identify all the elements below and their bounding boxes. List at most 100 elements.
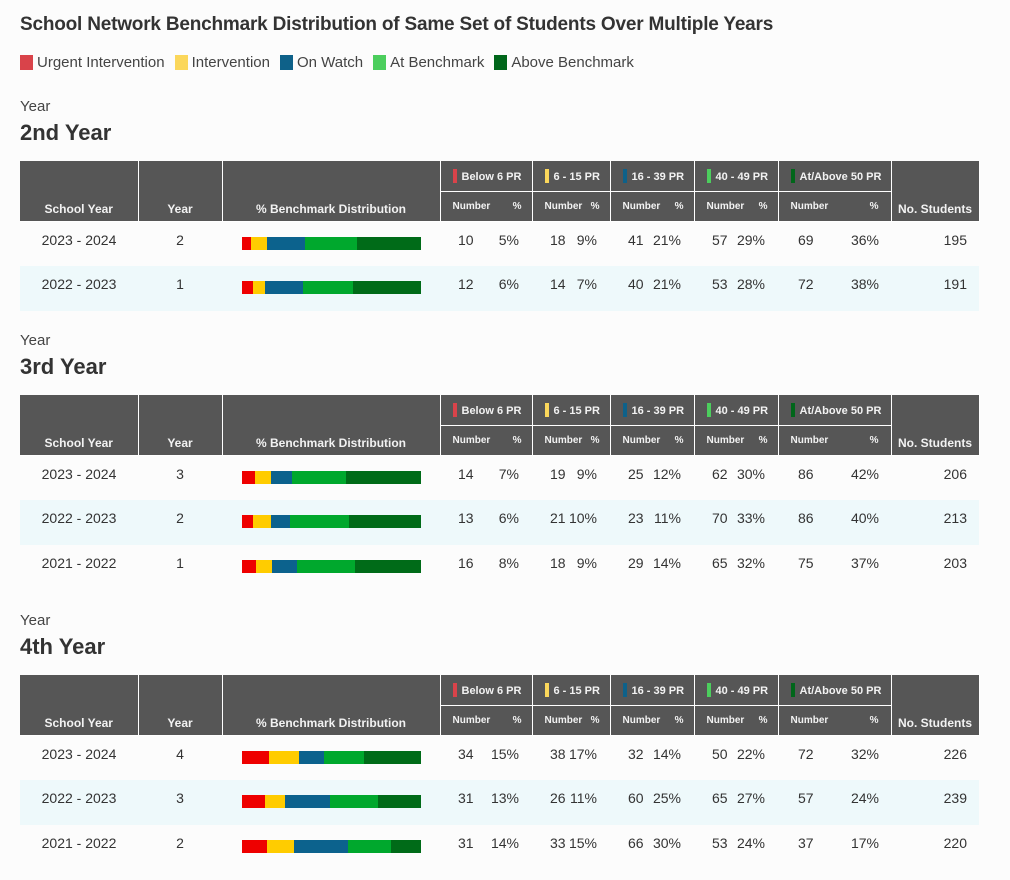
number-value: 31 xyxy=(458,835,474,851)
number-value: 65 xyxy=(712,555,728,571)
percent-value: 36% xyxy=(850,231,879,248)
stacked-bar xyxy=(242,470,421,484)
year-cell: 2 xyxy=(176,835,184,851)
benchmark-table: School Year Year% Benchmark Distribution B… xyxy=(20,161,980,311)
subheader-percent: % xyxy=(869,200,879,212)
school-year-cell: 2021 - 2022 xyxy=(41,835,117,851)
group-value-cell: 26 11% xyxy=(532,780,610,825)
group-value-cell: 65 32% xyxy=(694,545,778,590)
bar-segment-below-6-pr xyxy=(242,795,266,808)
header-subcolumns: Number% xyxy=(531,705,611,736)
section-kicker: Year xyxy=(20,98,51,115)
bar-segment-40-49-pr xyxy=(347,840,391,853)
number-value: 65 xyxy=(712,790,728,806)
number-value: 25 xyxy=(628,465,644,482)
percent-value: 22% xyxy=(736,745,765,762)
group-value-cell: 29 14% xyxy=(610,545,694,590)
value-pair: 86 42% xyxy=(779,466,890,482)
bar-segment-40-49-pr xyxy=(329,795,379,808)
group-value-cell: 41 21% xyxy=(610,221,694,266)
group-value-cell: 70 33% xyxy=(694,500,778,545)
school-year-cell: 2023 - 2024 xyxy=(41,745,117,762)
group-color-marker-icon xyxy=(452,403,457,417)
subheader-percent: % xyxy=(512,714,522,726)
percent-value: 9% xyxy=(576,555,597,571)
value-pair: 60 25% xyxy=(611,790,693,806)
header-group-5: At/Above 50 PR xyxy=(777,395,892,426)
subheader-pair: Number% xyxy=(779,715,891,726)
page-title: School Network Benchmark Distribution of… xyxy=(20,14,774,35)
subheader-number: Number xyxy=(452,714,491,726)
group-label: 16 - 39 PR xyxy=(631,405,685,417)
number-value: 31 xyxy=(458,790,474,806)
bar-segment-6-15-pr xyxy=(267,840,294,853)
group-label: 6 - 15 PR xyxy=(553,685,600,697)
value-pair: 18 9% xyxy=(533,555,609,571)
value-pair: 10 5% xyxy=(441,232,531,248)
number-value: 86 xyxy=(798,465,814,482)
value-pair: 50 22% xyxy=(695,746,777,762)
distribution-cell xyxy=(222,500,440,545)
value-pair: 31 13% xyxy=(441,790,531,806)
distribution-cell xyxy=(222,221,440,266)
group-label: 6 - 15 PR xyxy=(553,405,600,417)
table-row: 2022 - 2023 3 31 13% 26 11% 60 25% 65 27% 57 24% 239 xyxy=(20,780,979,825)
header-group-5: At/Above 50 PR xyxy=(777,675,892,706)
percent-value: 6% xyxy=(498,510,519,526)
percent-value: 14% xyxy=(652,745,681,762)
year-cell: 2 xyxy=(138,500,222,545)
subheader-percent: % xyxy=(674,434,684,446)
group-value-cell: 23 11% xyxy=(610,500,694,545)
value-pair: 19 9% xyxy=(533,466,609,482)
percent-value: 8% xyxy=(498,555,519,571)
header-subcolumns: Number% xyxy=(439,191,533,222)
value-pair: 14 7% xyxy=(533,276,609,292)
year-section: Year 3rd Year School Year Year% Benchmark D… xyxy=(20,332,980,573)
subheader-pair: Number% xyxy=(533,715,610,726)
year-cell: 1 xyxy=(176,555,184,571)
value-pair: 75 37% xyxy=(779,555,890,571)
number-value: 21 xyxy=(550,510,566,526)
percent-value: 6% xyxy=(498,276,519,292)
header-subcolumns: Number% xyxy=(693,425,779,456)
students-cell: 206 xyxy=(943,465,967,482)
bar-segment-below-6-pr xyxy=(242,281,253,294)
value-pair: 41 21% xyxy=(611,232,693,248)
group-value-cell: 34 15% xyxy=(440,735,532,780)
distribution-cell xyxy=(222,545,440,590)
number-value: 16 xyxy=(458,555,474,571)
value-pair: 14 7% xyxy=(441,466,531,482)
bar-segment-below-6-pr xyxy=(242,470,255,484)
subheader-percent: % xyxy=(674,714,684,726)
number-value: 86 xyxy=(798,510,814,526)
year-section: Year 4th Year School Year Year% Benchmark D… xyxy=(20,612,980,853)
group-color-marker-icon xyxy=(452,683,457,697)
legend-label: Urgent Intervention xyxy=(37,54,165,71)
number-value: 12 xyxy=(458,276,474,292)
header-group-4: 40 - 49 PR xyxy=(693,161,779,192)
number-value: 13 xyxy=(458,510,474,526)
value-pair: 29 14% xyxy=(611,555,693,571)
bar-segment-at-above-50-pr xyxy=(352,281,421,294)
group-label: Below 6 PR xyxy=(461,171,522,183)
value-pair: 40 21% xyxy=(611,276,693,292)
number-value: 69 xyxy=(798,231,814,248)
bar-segment-at-above-50-pr xyxy=(356,236,421,250)
header-students: No. Students xyxy=(890,675,980,736)
percent-value: 9% xyxy=(576,465,597,482)
bar-segment-below-6-pr xyxy=(242,840,268,853)
percent-value: 21% xyxy=(652,276,681,292)
number-value: 72 xyxy=(798,276,814,292)
bar-segment-16-39-pr xyxy=(270,470,293,484)
header-group-3: 16 - 39 PR xyxy=(609,675,695,706)
bar-segment-16-39-pr xyxy=(293,840,348,853)
subheader-pair: Number% xyxy=(441,435,532,446)
bar-segment-6-15-pr xyxy=(265,795,285,808)
percent-value: 33% xyxy=(736,510,765,526)
legend-item: On Watch xyxy=(279,54,363,71)
header-group-1: Below 6 PR xyxy=(439,675,533,706)
students-cell: 213 xyxy=(891,500,979,545)
distribution-cell xyxy=(222,735,440,780)
subheader-number: Number xyxy=(622,200,661,212)
percent-value: 15% xyxy=(568,835,597,851)
